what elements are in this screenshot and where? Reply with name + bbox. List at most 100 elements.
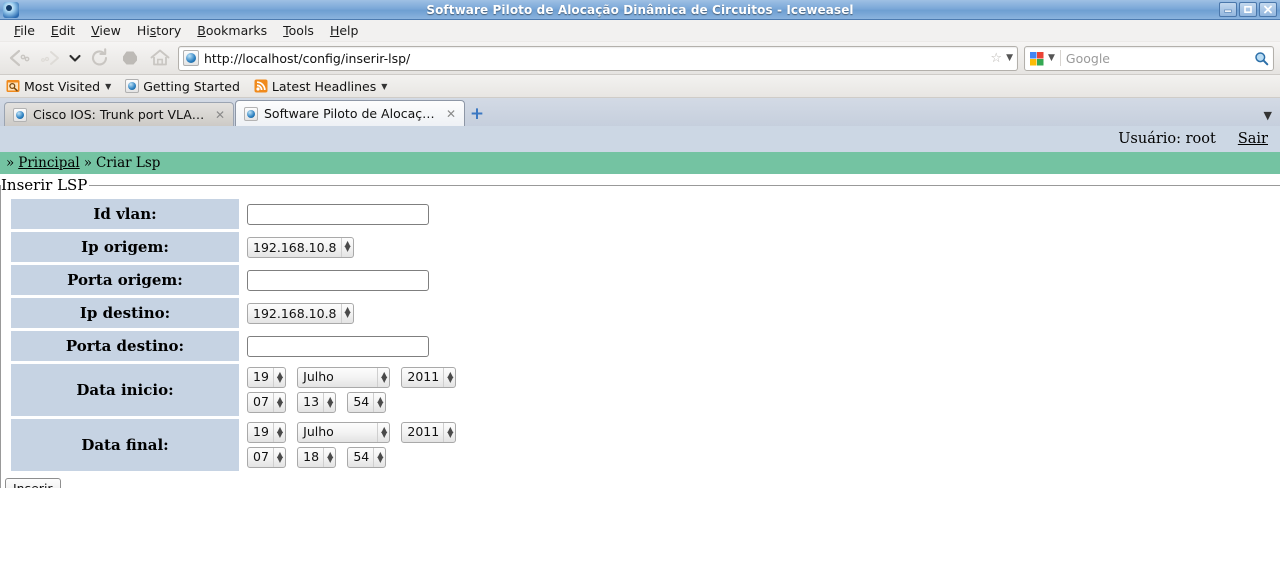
data-inicio-second-select[interactable]: 54 ▲ ▼: [347, 392, 387, 413]
data-final-second-select[interactable]: 54 ▲ ▼: [347, 447, 387, 468]
data-inicio-month-select[interactable]: Julho ▲ ▼: [297, 367, 391, 388]
menu-edit[interactable]: Edit: [43, 21, 83, 40]
select-value: 192.168.10.8: [253, 305, 337, 321]
chevron-down-icon: [69, 54, 81, 62]
stop-icon: [123, 51, 137, 65]
data-final-minute-select[interactable]: 18 ▲ ▼: [297, 447, 337, 468]
chevron-down-icon[interactable]: ▼: [1006, 53, 1013, 63]
select-spinner-icon: ▲ ▼: [272, 393, 283, 412]
tab-label: Cisco IOS: Trunk port VLAN ...: [33, 107, 209, 122]
breadcrumb-link-principal[interactable]: Principal: [18, 155, 79, 171]
bookmark-most-visited[interactable]: Most Visited ▼: [6, 79, 111, 94]
star-icon[interactable]: ☆: [990, 51, 1002, 66]
menu-view[interactable]: View: [83, 21, 129, 40]
id-vlan-input[interactable]: [247, 203, 429, 225]
tab-software-piloto[interactable]: Software Piloto de Alocação... ✕: [235, 100, 465, 126]
select-value: 19: [253, 424, 269, 440]
menu-bar: File Edit View History Bookmarks Tools H…: [0, 20, 1280, 42]
tab-favicon: [244, 106, 258, 121]
data-final-day-select[interactable]: 19 ▲ ▼: [247, 422, 287, 443]
select-value: 192.168.10.8: [253, 239, 337, 255]
table-row: Ip origem: 192.168.10.8 ▲ ▼: [11, 232, 466, 262]
table-row: Ip destino: 192.168.10.8 ▲ ▼: [11, 298, 466, 328]
chevron-down-icon[interactable]: ▼: [381, 82, 387, 91]
url-text[interactable]: http://localhost/config/inserir-lsp/: [204, 51, 990, 66]
minimize-button[interactable]: [1219, 2, 1237, 17]
new-tab-button[interactable]: +: [466, 102, 488, 126]
ip-origem-select[interactable]: 192.168.10.8 ▲ ▼: [247, 236, 354, 258]
tab-strip: Cisco IOS: Trunk port VLAN ... ✕ Softwar…: [0, 98, 1280, 126]
back-button[interactable]: [6, 45, 34, 71]
search-divider: [1059, 50, 1061, 66]
ip-destino-select[interactable]: 192.168.10.8 ▲ ▼: [247, 302, 354, 324]
tab-cisco-ios[interactable]: Cisco IOS: Trunk port VLAN ... ✕: [4, 102, 234, 126]
tab-close-icon[interactable]: ✕: [215, 109, 225, 121]
tab-close-icon[interactable]: ✕: [446, 108, 456, 120]
reload-icon: [91, 48, 108, 66]
select-spinner-icon: ▲ ▼: [443, 368, 453, 387]
data-inicio-day-select[interactable]: 19 ▲ ▼: [247, 367, 287, 388]
navigation-toolbar: http://localhost/config/inserir-lsp/ ☆ ▼…: [0, 42, 1280, 75]
insert-lsp-fieldset: Inserir LSP Id vlan: Ip origem: 192.168.…: [0, 176, 1280, 488]
select-spinner-icon: ▲ ▼: [340, 237, 351, 257]
inserir-submit-button[interactable]: Inserir: [5, 478, 61, 488]
address-bar[interactable]: http://localhost/config/inserir-lsp/ ☆ ▼: [178, 45, 1018, 71]
forward-button[interactable]: [36, 45, 64, 71]
select-spinner-icon: ▲ ▼: [272, 368, 283, 387]
history-dropdown-button[interactable]: [66, 45, 84, 71]
back-arrow-icon: [9, 49, 30, 67]
select-value: Julho: [303, 424, 334, 440]
user-label: Usuário: root: [1118, 131, 1216, 147]
select-spinner-icon: ▲ ▼: [340, 303, 351, 323]
select-spinner-icon: ▲ ▼: [377, 423, 387, 442]
search-engine-chevron-down-icon[interactable]: ▼: [1048, 53, 1055, 63]
field-label-porta-destino: Porta destino:: [11, 331, 239, 361]
magnifier-icon[interactable]: [1254, 51, 1269, 66]
maximize-icon: [1244, 5, 1252, 14]
porta-origem-input[interactable]: [247, 269, 429, 291]
table-row: Id vlan:: [11, 199, 466, 229]
chevron-down-icon[interactable]: ▼: [105, 82, 111, 91]
bookmark-latest-headlines[interactable]: Latest Headlines ▼: [254, 79, 387, 94]
table-row: Data inicio: 19 ▲ ▼ Julho ▲ ▼ 2011 ▲ ▼ 0…: [11, 364, 466, 416]
select-spinner-icon: ▲ ▼: [443, 423, 453, 442]
logout-link[interactable]: Sair: [1238, 131, 1268, 147]
search-bar[interactable]: ▼ Google: [1024, 45, 1274, 71]
window-title-bar[interactable]: Software Piloto de Alocação Dinâmica de …: [0, 0, 1280, 20]
search-input[interactable]: Google: [1066, 51, 1254, 66]
close-button[interactable]: [1259, 2, 1277, 17]
data-inicio-time-row: 07 ▲ ▼ 13 ▲ ▼ 54 ▲ ▼: [247, 392, 462, 413]
home-button[interactable]: [146, 45, 174, 71]
iceweasel-globe-icon: [3, 1, 19, 18]
stop-button[interactable]: [116, 45, 144, 71]
menu-file[interactable]: File: [6, 21, 43, 40]
forward-arrow-icon: [41, 51, 59, 65]
data-final-hour-select[interactable]: 07 ▲ ▼: [247, 447, 287, 468]
data-final-year-select[interactable]: 2011 ▲ ▼: [401, 422, 457, 443]
breadcrumb-lead: »: [6, 155, 15, 171]
reload-button[interactable]: [86, 45, 114, 71]
select-value: 18: [303, 449, 320, 465]
data-inicio-hour-select[interactable]: 07 ▲ ▼: [247, 392, 287, 413]
select-value: 54: [353, 449, 370, 465]
data-final-month-select[interactable]: Julho ▲ ▼: [297, 422, 391, 443]
close-icon: [1264, 5, 1272, 14]
google-icon[interactable]: [1029, 51, 1046, 66]
lsp-form-table: Id vlan: Ip origem: 192.168.10.8 ▲ ▼ Por…: [9, 196, 468, 474]
data-inicio-year-select[interactable]: 2011 ▲ ▼: [401, 367, 457, 388]
site-identity-icon[interactable]: [183, 50, 199, 66]
data-inicio-minute-select[interactable]: 13 ▲ ▼: [297, 392, 337, 413]
table-row: Data final: 19 ▲ ▼ Julho ▲ ▼ 2011 ▲ ▼ 07…: [11, 419, 466, 471]
list-all-tabs-chevron-down-icon[interactable]: ▼: [1264, 109, 1272, 122]
table-row: Porta origem:: [11, 265, 466, 295]
field-label-ip-destino: Ip destino:: [11, 298, 239, 328]
menu-help[interactable]: Help: [322, 21, 367, 40]
menu-tools[interactable]: Tools: [275, 21, 322, 40]
menu-bookmarks[interactable]: Bookmarks: [189, 21, 275, 40]
most-visited-icon: [6, 80, 20, 92]
porta-destino-input[interactable]: [247, 335, 429, 357]
bookmark-getting-started[interactable]: Getting Started: [125, 79, 240, 94]
getting-started-icon: [125, 79, 140, 93]
menu-history[interactable]: History: [129, 21, 189, 40]
maximize-button[interactable]: [1239, 2, 1257, 17]
